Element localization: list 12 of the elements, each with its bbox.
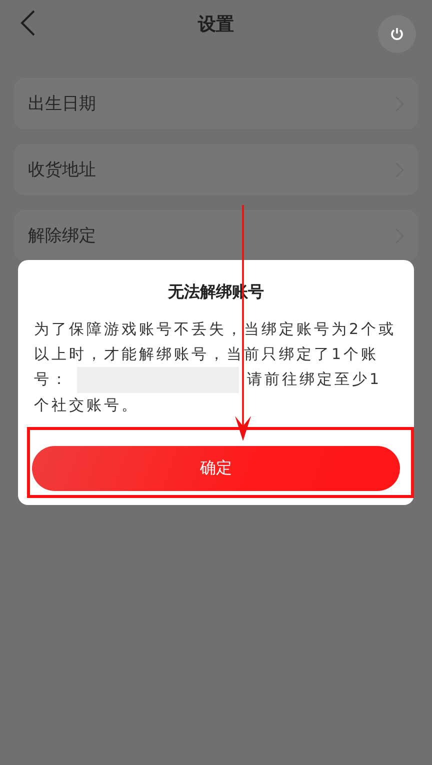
row-label: 收货地址	[28, 159, 96, 181]
back-icon[interactable]	[20, 10, 36, 36]
page-title: 设置	[198, 13, 234, 36]
settings-row[interactable]: 收货地址	[14, 144, 418, 195]
confirm-button[interactable]: 确定	[32, 446, 400, 491]
power-icon	[390, 27, 404, 41]
row-label: 出生日期	[28, 93, 96, 115]
settings-row[interactable]: 解除绑定	[14, 210, 418, 261]
row-label: 解除绑定	[28, 225, 96, 247]
settings-row[interactable]: 出生日期	[14, 78, 418, 129]
dialog-message: 为了保障游戏账号不丢失，当绑定账号为2个或以上时，才能解绑账号，当前只绑定了1个账号： 请前往绑定至少1个社交账号。	[34, 319, 398, 416]
power-button[interactable]	[378, 15, 416, 53]
